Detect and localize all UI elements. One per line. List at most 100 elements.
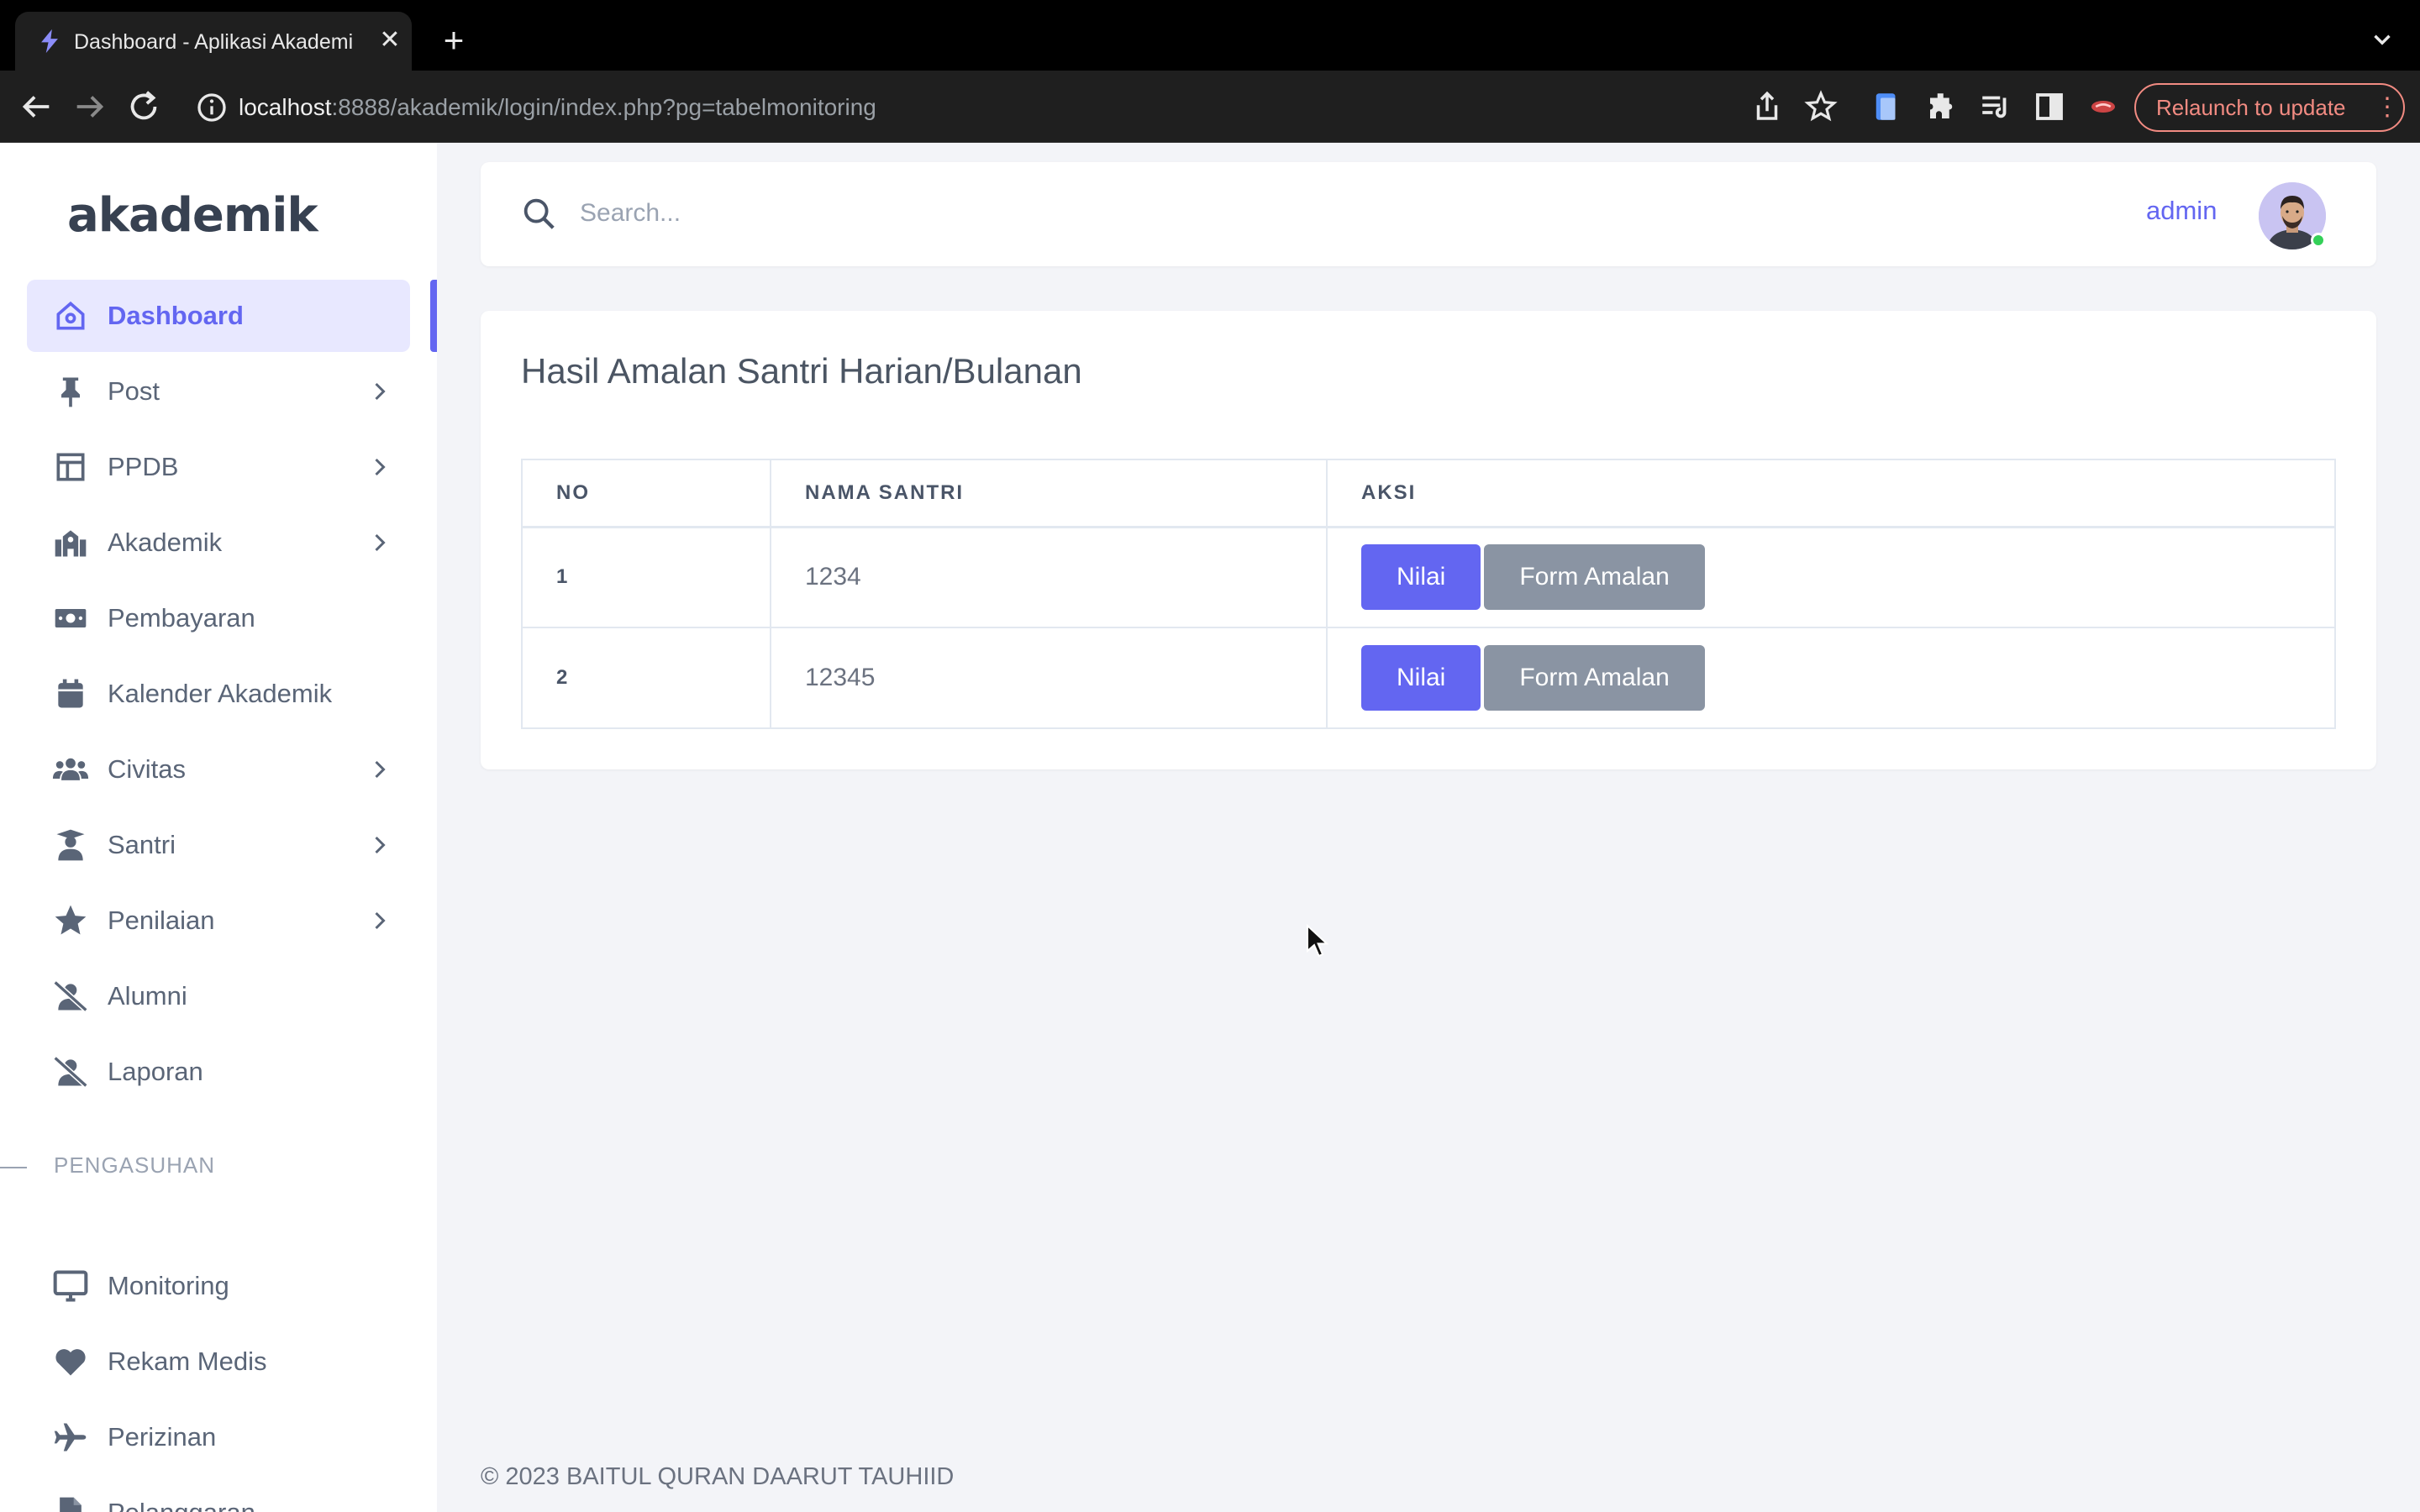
row-number: 1: [521, 526, 771, 628]
chevron-right-icon: [375, 382, 386, 401]
reload-icon[interactable]: [124, 87, 163, 126]
sidebar-item-civitas[interactable]: Civitas: [27, 733, 410, 806]
bookmark-star-icon[interactable]: [1803, 89, 1839, 124]
page-title: Hasil Amalan Santri Harian/Bulanan: [521, 351, 1082, 391]
browser-tab[interactable]: Dashboard - Aplikasi Akademi ✕: [15, 12, 412, 71]
sidebar-item-label: Alumni: [108, 981, 187, 1011]
browser-tab-strip: Dashboard - Aplikasi Akademi ✕ +: [0, 0, 2420, 71]
sidebar-item-penilaian[interactable]: Penilaian: [27, 885, 410, 957]
sidebar-item-akademik[interactable]: Akademik: [27, 507, 410, 579]
tab-search-chevron-icon[interactable]: [2368, 25, 2396, 54]
nilai-button[interactable]: Nilai: [1361, 645, 1481, 711]
table-row: 1 1234 Nilai Form Amalan: [521, 526, 2336, 628]
address-bar[interactable]: localhost:8888/akademik/login/index.php?…: [239, 91, 876, 124]
back-arrow-icon[interactable]: [17, 87, 55, 126]
section-divider: [0, 1167, 27, 1168]
column-header-no: NO: [521, 459, 771, 528]
sidebar: akademik Dashboard Post PPDB Akademik Pe…: [0, 143, 437, 1512]
search-input[interactable]: [580, 186, 1756, 241]
section-heading-pengasuhan: PENGASUHAN: [54, 1152, 216, 1178]
sidebar-item-label: Perizinan: [108, 1422, 217, 1452]
url-host: localhost: [239, 94, 332, 120]
monitor-icon: [52, 1268, 89, 1305]
extensions-puzzle-icon[interactable]: [1924, 89, 1960, 124]
sidebar-item-label: Civitas: [108, 754, 187, 784]
user-slash-icon: [52, 1053, 89, 1090]
sidebar-item-post[interactable]: Post: [27, 355, 410, 428]
file-icon: [52, 1494, 89, 1512]
more-menu-icon[interactable]: ⋮: [2375, 85, 2400, 130]
sidebar-item-label: Dashboard: [108, 301, 244, 330]
browser-toolbar: localhost:8888/akademik/login/index.php?…: [0, 71, 2420, 143]
heart-icon: [52, 1343, 89, 1380]
sidebar-item-laporan[interactable]: Laporan: [27, 1036, 410, 1108]
santri-name: 1234: [770, 526, 1328, 628]
row-number: 2: [521, 627, 771, 729]
sidebar-item-santri[interactable]: Santri: [27, 809, 410, 881]
lightning-favicon-icon: [41, 29, 58, 54]
monitoring-table: NO NAMA SANTRI AKSI 1 1234 Nilai Form Ama…: [521, 459, 2336, 729]
table-header-row: NO NAMA SANTRI AKSI: [521, 459, 2336, 528]
extension-docs-icon[interactable]: [1869, 89, 1904, 124]
forward-arrow-icon[interactable]: [71, 87, 109, 126]
tab-close-icon[interactable]: ✕: [375, 25, 405, 55]
sidebar-item-label: Monitoring: [108, 1271, 229, 1300]
user-name[interactable]: admin: [2146, 196, 2217, 226]
row-actions: Nilai Form Amalan: [1326, 627, 2336, 729]
sidebar-item-label: Akademik: [108, 528, 223, 557]
share-icon[interactable]: [1749, 89, 1785, 124]
sidebar-item-label: Post: [108, 376, 160, 406]
form-amalan-button[interactable]: Form Amalan: [1484, 544, 1705, 611]
side-panel-icon[interactable]: [2032, 89, 2067, 124]
sidebar-item-label: Santri: [108, 830, 176, 859]
media-queue-icon[interactable]: [1978, 89, 2013, 124]
relaunch-label: Relaunch to update: [2156, 95, 2346, 120]
column-header-nama-santri: NAMA SANTRI: [770, 459, 1328, 528]
sidebar-item-rekam-medis[interactable]: Rekam Medis: [27, 1326, 410, 1398]
sidebar-item-label: Penilaian: [108, 906, 215, 935]
sidebar-item-label: Pelanggaran: [108, 1477, 255, 1512]
mouse-cursor-icon: [1307, 924, 1329, 958]
layout-icon: [52, 449, 89, 486]
search-icon[interactable]: [519, 194, 558, 233]
monitoring-card: Hasil Amalan Santri Harian/Bulanan NO NA…: [481, 311, 2376, 769]
calendar-icon: [52, 675, 89, 712]
chevron-right-icon: [375, 458, 386, 476]
users-icon: [52, 751, 89, 788]
brand-logo[interactable]: akademik: [67, 188, 318, 243]
sidebar-item-kalender-akademik[interactable]: Kalender Akademik: [27, 658, 410, 730]
footer-copyright: © 2023 BAITUL QURAN DAARUT TAUHIID: [481, 1463, 955, 1490]
active-indicator: [430, 280, 437, 352]
sidebar-item-perizinan[interactable]: Perizinan: [27, 1401, 410, 1473]
sidebar-item-pelanggaran[interactable]: Pelanggaran: [27, 1477, 410, 1512]
sidebar-item-alumni[interactable]: Alumni: [27, 960, 410, 1032]
top-header: admin: [481, 162, 2376, 266]
student-icon: [52, 827, 89, 864]
new-tab-icon[interactable]: +: [435, 22, 472, 59]
sidebar-item-monitoring[interactable]: Monitoring: [27, 1250, 410, 1322]
sidebar-item-ppdb[interactable]: PPDB: [27, 431, 410, 503]
sidebar-item-label: Rekam Medis: [108, 1347, 267, 1376]
chevron-right-icon: [375, 911, 386, 930]
url-path: :8888/akademik/login/index.php?pg=tabelm…: [331, 94, 876, 120]
sidebar-item-dashboard[interactable]: Dashboard: [27, 280, 410, 352]
sidebar-item-pembayaran[interactable]: Pembayaran: [27, 582, 410, 654]
nilai-button[interactable]: Nilai: [1361, 544, 1481, 611]
site-info-icon[interactable]: [195, 91, 229, 124]
user-slash-icon: [52, 978, 89, 1015]
row-actions: Nilai Form Amalan: [1326, 526, 2336, 628]
santri-name: 12345: [770, 627, 1328, 729]
plane-icon: [52, 1419, 89, 1456]
star-icon: [52, 902, 89, 939]
sidebar-item-label: Kalender Akademik: [108, 679, 333, 708]
home-icon: [52, 297, 89, 334]
school-icon: [52, 524, 89, 561]
form-amalan-button[interactable]: Form Amalan: [1484, 645, 1705, 711]
sidebar-item-label: Laporan: [108, 1057, 203, 1086]
sidebar-item-label: PPDB: [108, 452, 179, 481]
profile-icon[interactable]: [2086, 89, 2121, 124]
pin-icon: [52, 373, 89, 410]
relaunch-button[interactable]: Relaunch to update ⋮: [2134, 83, 2405, 132]
chevron-right-icon: [375, 836, 386, 854]
column-header-aksi: AKSI: [1326, 459, 2336, 528]
